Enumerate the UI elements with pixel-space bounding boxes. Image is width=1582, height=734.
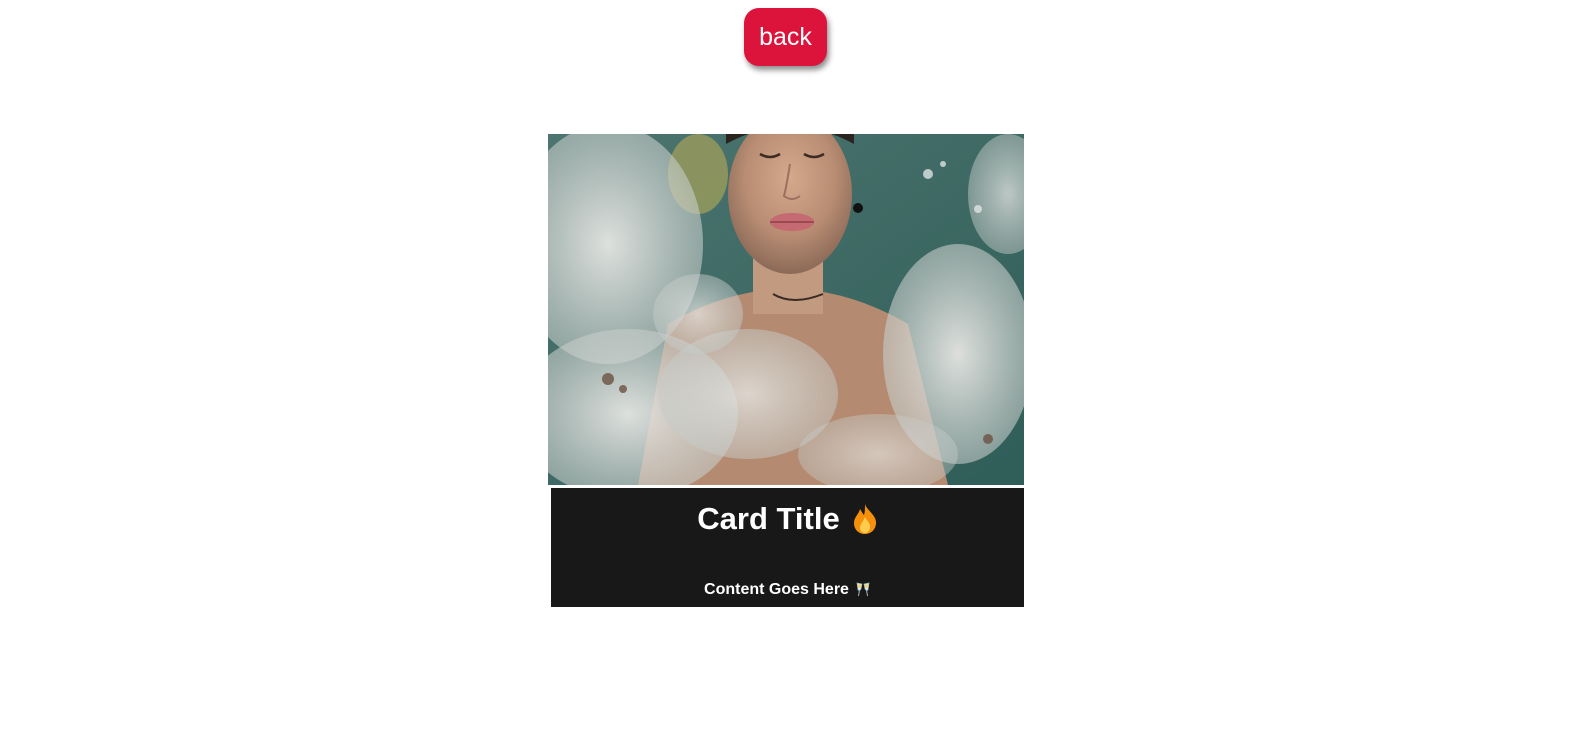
card-image — [548, 134, 1024, 485]
card: Card Title Content Goes Here — [548, 134, 1024, 607]
card-title: Card Title — [551, 502, 1024, 542]
card-title-text: Card Title — [697, 501, 840, 536]
card-body: Card Title Content Goes Here — [551, 488, 1024, 607]
card-content-text: Content Goes Here — [704, 581, 849, 598]
clinking-glasses-icon — [855, 581, 871, 603]
card-photo — [548, 134, 1024, 485]
card-content: Content Goes Here — [551, 580, 1024, 603]
back-button[interactable]: back — [744, 8, 827, 66]
flame-icon — [852, 503, 878, 542]
